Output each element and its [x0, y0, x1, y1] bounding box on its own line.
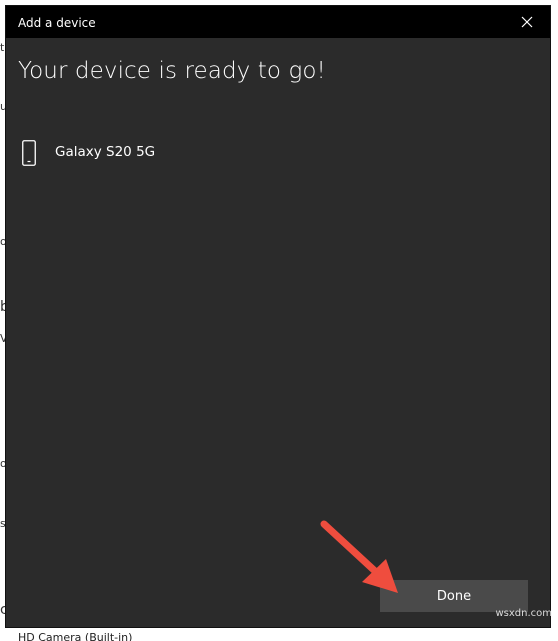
add-device-dialog: Add a device Your device is ready to go!…	[5, 5, 551, 628]
device-list-item: Galaxy S20 5G	[22, 136, 322, 172]
dialog-heading: Your device is ready to go!	[18, 58, 326, 84]
dialog-titlebar[interactable]: Add a device	[6, 6, 550, 38]
screen: t ue ol b V o s c HD Camera (Built-in) A…	[0, 0, 558, 641]
background-text-fragment: t	[0, 41, 5, 54]
device-name: Galaxy S20 5G	[55, 144, 156, 160]
phone-icon	[22, 140, 36, 166]
watermark-text: wsxdn.com	[495, 608, 552, 619]
close-button[interactable]	[504, 6, 550, 38]
close-icon	[521, 16, 533, 28]
background-bottom-text: HD Camera (Built-in)	[18, 631, 133, 641]
dialog-title: Add a device	[18, 16, 96, 30]
